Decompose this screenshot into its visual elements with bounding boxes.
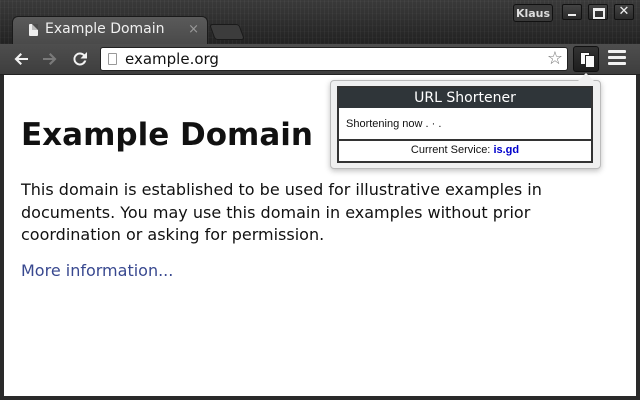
address-text[interactable]: example.org — [125, 50, 219, 68]
browser-window: Example Domain × Klaus ✕ example.org ☆ E… — [0, 0, 640, 400]
window-close-button[interactable]: ✕ — [614, 4, 634, 20]
url-shortener-extension-button[interactable] — [573, 46, 599, 72]
tab-title: Example Domain — [45, 21, 165, 37]
back-button[interactable] — [9, 48, 33, 70]
close-icon[interactable]: × — [188, 22, 199, 38]
pages-icon — [580, 52, 595, 68]
page-icon — [108, 53, 117, 65]
page-description: This domain is established to be used fo… — [21, 180, 542, 244]
menu-button[interactable] — [608, 50, 626, 68]
page-icon — [29, 24, 38, 36]
more-information-link[interactable]: More information... — [21, 261, 173, 280]
forward-button[interactable] — [38, 48, 62, 70]
toolbar: example.org ☆ — [0, 44, 640, 75]
service-label: Current Service: — [410, 144, 491, 156]
new-tab-button[interactable] — [209, 24, 245, 40]
profile-button[interactable]: Klaus — [513, 4, 553, 22]
address-bar[interactable]: example.org ☆ — [100, 47, 568, 71]
page-title: Example Domain — [21, 117, 313, 153]
current-service: Current Service: is.gd — [339, 141, 591, 160]
shortening-status: Shortening now . · . — [339, 108, 591, 141]
tab-example-domain[interactable]: Example Domain × — [12, 16, 208, 44]
close-icon: ✕ — [618, 4, 630, 19]
back-arrow-icon — [14, 53, 28, 65]
popup-header: URL Shortener — [339, 88, 591, 108]
title-bar: Example Domain × Klaus ✕ — [0, 0, 640, 44]
url-shortener-panel: URL Shortener Shortening now . · . Curre… — [337, 86, 593, 163]
maximize-button[interactable] — [588, 4, 608, 20]
bookmark-star-icon[interactable]: ☆ — [547, 48, 563, 70]
minimize-button[interactable] — [562, 4, 582, 20]
service-value[interactable]: is.gd — [493, 144, 519, 156]
reload-button[interactable] — [68, 48, 92, 70]
reload-icon — [73, 52, 87, 66]
popup-arrow — [578, 73, 594, 81]
forward-arrow-icon — [43, 53, 57, 65]
